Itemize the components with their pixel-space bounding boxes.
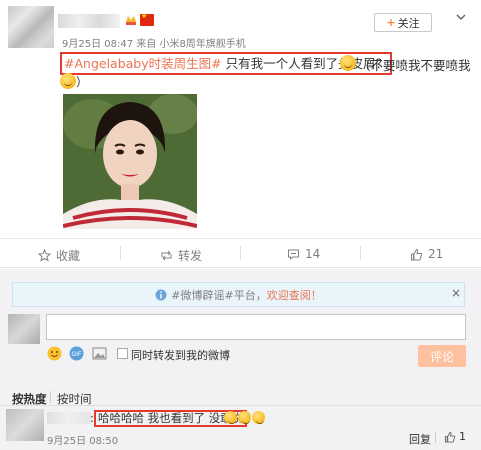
- my-avatar: [8, 314, 40, 344]
- favorite-button[interactable]: 收藏: [38, 247, 80, 264]
- favorite-label: 收藏: [56, 249, 81, 263]
- comment-icon: [288, 249, 299, 260]
- rumor-notice: #微博辟谣#平台， 欢迎查阅！: [12, 282, 465, 307]
- submit-comment-button[interactable]: 评论: [418, 345, 466, 367]
- topic-link[interactable]: #Angelababy时装周生图#: [64, 56, 222, 71]
- notice-link[interactable]: 欢迎查阅！: [267, 287, 322, 303]
- portrait-image: [63, 94, 197, 229]
- emoji-icon: [252, 411, 265, 424]
- post-meta: 9月25日 08:47 来自 小米8周年旗舰手机: [62, 39, 246, 50]
- divider: [435, 432, 436, 443]
- commenter-avatar[interactable]: [6, 409, 44, 441]
- repost-icon: [161, 250, 172, 261]
- gif-icon[interactable]: GIF: [69, 346, 84, 361]
- post-text-line2: ）: [60, 73, 88, 90]
- info-icon: [155, 289, 167, 300]
- plus-icon: +: [386, 16, 396, 29]
- post-text-end: ）: [76, 75, 89, 89]
- like-icon: [444, 431, 456, 443]
- author-name-blurred[interactable]: [58, 14, 120, 28]
- post-photo[interactable]: [63, 94, 197, 229]
- follow-button[interactable]: + 关注: [374, 13, 432, 32]
- author-avatar[interactable]: [8, 6, 54, 48]
- repost-checkbox-label: 同时转发到我的微博: [131, 349, 230, 362]
- post-text-tail: （不要喷我不要喷我: [358, 58, 471, 73]
- sort-by-time[interactable]: 按时间: [57, 391, 92, 407]
- follow-label: 关注: [397, 16, 420, 30]
- badge-icon: [126, 16, 136, 25]
- divider: [360, 246, 361, 260]
- like-icon: [411, 248, 423, 260]
- comment-emojis: [224, 410, 266, 424]
- comment-like-button[interactable]: 1: [444, 430, 466, 443]
- comment-time: 9月25日 08:50: [47, 436, 119, 447]
- emoji-icon[interactable]: [47, 346, 62, 361]
- like-count: 21: [428, 247, 444, 261]
- flag-icon: [140, 12, 154, 26]
- divider: [50, 391, 51, 403]
- reply-button[interactable]: 回复: [409, 431, 431, 447]
- like-button[interactable]: 21: [410, 247, 443, 261]
- notice-prefix: #微博辟谣#平台，: [171, 288, 267, 302]
- repost-checkbox[interactable]: [117, 348, 128, 359]
- emoji-icon: [60, 73, 76, 89]
- sort-by-hot[interactable]: 按热度: [12, 391, 47, 407]
- emoji-icon: [340, 55, 356, 71]
- repost-button[interactable]: 转发: [160, 247, 202, 264]
- chevron-down-icon[interactable]: [454, 10, 468, 24]
- repost-label: 转发: [178, 249, 203, 263]
- comment-like-count: 1: [459, 430, 466, 443]
- comment-button[interactable]: 14: [287, 247, 320, 261]
- star-icon: [38, 249, 51, 262]
- divider: [240, 246, 241, 260]
- svg-text:GIF: GIF: [72, 352, 82, 358]
- commenter-name-blurred[interactable]: [47, 412, 91, 424]
- emoji-icon: [224, 411, 237, 424]
- image-icon[interactable]: [92, 346, 107, 361]
- emoji-icon: [238, 411, 251, 424]
- comment-input[interactable]: [46, 314, 466, 340]
- comment-count: 14: [305, 247, 321, 261]
- close-icon[interactable]: ×: [451, 286, 461, 300]
- divider: [120, 246, 121, 260]
